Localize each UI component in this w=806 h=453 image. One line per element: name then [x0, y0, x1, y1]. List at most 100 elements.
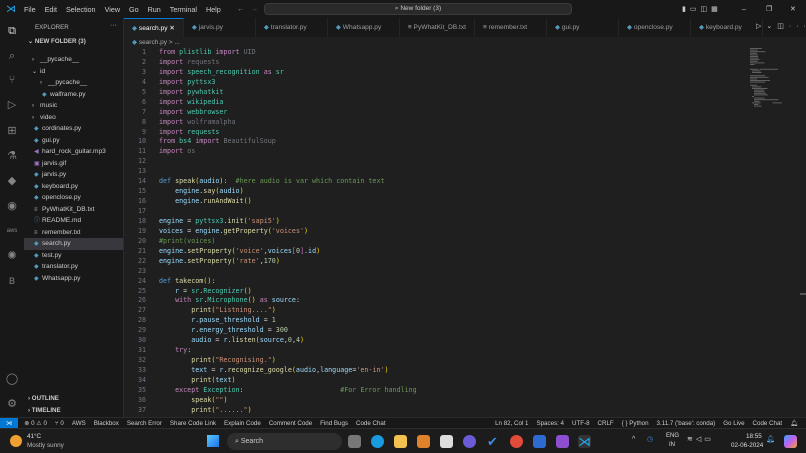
task-view-icon[interactable] — [348, 435, 361, 448]
tab-keyboard-py[interactable]: ◆ keyboard.py — [691, 18, 763, 37]
python-icon[interactable]: ◆ — [5, 174, 19, 188]
menu-view[interactable]: View — [105, 5, 120, 14]
windows-start-icon[interactable] — [207, 435, 219, 447]
clipchamp-icon[interactable] — [556, 435, 569, 448]
outline-section[interactable]: › OUTLINE — [28, 395, 59, 402]
tab-search-py[interactable]: ◆ search.py ✕ — [124, 18, 184, 37]
wifi-volume-battery-icons[interactable]: ≋◁▭ — [687, 435, 714, 443]
notifications-icon[interactable]: 🔔︎ — [790, 419, 798, 427]
status-item[interactable]: AWS — [72, 420, 86, 427]
aws-icon[interactable]: aws — [5, 224, 19, 238]
search-icon[interactable]: ⌕ — [5, 49, 19, 63]
folder-root[interactable]: ⌄ NEW FOLDER (3) — [28, 38, 86, 45]
close-tab-icon[interactable]: ✕ — [168, 25, 175, 32]
clock-date[interactable]: 02-06-2024 — [731, 442, 763, 449]
status-item[interactable]: Find Bugs — [320, 420, 348, 427]
tree-item[interactable]: ◆keyboard.py — [24, 181, 123, 193]
language-code[interactable]: ENG — [666, 433, 679, 439]
copilot-icon[interactable] — [463, 435, 476, 448]
minimap[interactable] — [750, 48, 794, 108]
weather-icon[interactable] — [10, 435, 22, 447]
tree-item[interactable]: ◆gui.py — [24, 135, 123, 147]
store-icon[interactable] — [440, 435, 453, 448]
tab-remember-txt[interactable]: ≡ remember.txt — [475, 18, 547, 37]
extensions-icon[interactable]: ⊞ — [5, 124, 19, 138]
status-item[interactable]: Explain Code — [224, 420, 261, 427]
testing-icon[interactable]: ⚗ — [5, 149, 19, 163]
status-item[interactable]: Ln 82, Col 1 — [495, 420, 528, 427]
explorer-icon[interactable]: ⧉ — [5, 24, 19, 38]
status-item[interactable]: Comment Code — [269, 420, 312, 427]
layout-toggle-icons[interactable]: ▮▭◫▦ — [682, 5, 722, 13]
tab-whatsapp-py[interactable]: ◆ Whatsapp.py — [328, 18, 400, 37]
status-item[interactable]: Search Error — [127, 420, 162, 427]
weather-temp[interactable]: 41°C — [27, 433, 41, 440]
tree-item[interactable]: ◆jarvis.py — [24, 169, 123, 181]
status-item[interactable]: ⊗ 0 ⚠ 0 — [24, 420, 47, 427]
tree-item[interactable]: ≡PyWhatKit_DB.txt — [24, 204, 123, 216]
breadcrumb[interactable]: ◆ search.py > ... — [132, 38, 180, 46]
chrome-icon[interactable] — [510, 435, 523, 448]
tree-item[interactable]: ◆openclose.py — [24, 192, 123, 204]
status-item[interactable]: Go Live — [723, 420, 744, 427]
tree-item[interactable]: ◆cordinates.py — [24, 123, 123, 135]
app-icon[interactable] — [417, 435, 430, 448]
weather-desc[interactable]: Mostly sunny — [27, 442, 64, 449]
tree-item[interactable]: ◆walframe.py — [24, 89, 123, 101]
scrollbar[interactable] — [800, 293, 806, 295]
tab-pywhatkit_db-txt[interactable]: ≡ PyWhatKit_DB.txt — [400, 18, 475, 37]
source-control-icon[interactable]: ⑂ — [5, 73, 19, 87]
status-item[interactable]: Blackbox — [94, 420, 119, 427]
settings-gear-icon[interactable]: ⚙ — [5, 397, 19, 411]
vscode-taskbar-icon[interactable]: ⋊ — [578, 435, 591, 448]
lens-app-icon[interactable] — [533, 435, 546, 448]
status-item[interactable]: Code Chat — [753, 420, 783, 427]
tab-translator-py[interactable]: ◆ translator.py — [256, 18, 328, 37]
clock-time[interactable]: 18:55 — [746, 433, 762, 440]
tree-item[interactable]: ⓘREADME.md — [24, 215, 123, 227]
maximize-button[interactable]: ❐ — [766, 5, 772, 13]
tree-item[interactable]: ◀hard_rock_guitar.mp3 — [24, 146, 123, 158]
run-debug-icon[interactable]: ▷ — [5, 98, 19, 112]
account-icon[interactable]: ◯ — [5, 372, 19, 386]
file-explorer-icon[interactable] — [394, 435, 407, 448]
status-item[interactable]: Spaces: 4 — [536, 420, 564, 427]
notification-bell-icon[interactable]: 🔔︎ — [766, 435, 775, 443]
tree-item[interactable]: ◆test.py — [24, 250, 123, 262]
menu-run[interactable]: Run — [148, 5, 161, 14]
chevron-up-icon[interactable]: ^ — [632, 436, 635, 443]
timeline-section[interactable]: › TIMELINE — [28, 407, 61, 414]
tree-item[interactable]: ≡remember.txt — [24, 227, 123, 239]
status-item[interactable]: { } Python — [622, 420, 649, 427]
code-icon[interactable]: ◉ — [5, 199, 19, 213]
tab-jarvis-py[interactable]: ◆ jarvis.py — [184, 18, 256, 37]
tree-item[interactable]: ◆search.py — [24, 238, 123, 250]
command-center-search[interactable]: ⌕ New folder (3) — [264, 3, 572, 15]
status-item[interactable]: ⑂ 0 — [55, 420, 64, 427]
minimize-button[interactable]: – — [742, 6, 746, 13]
clock-app-icon[interactable]: ◷ — [647, 435, 653, 443]
more-actions-icon[interactable]: ··· — [110, 22, 117, 29]
edge-icon[interactable] — [371, 435, 384, 448]
menu-go[interactable]: Go — [129, 5, 139, 14]
tree-item[interactable]: ▣jarvis.gif — [24, 158, 123, 170]
editor-actions[interactable]: ▷⌄◫··· — [756, 22, 806, 30]
menu-selection[interactable]: Selection — [66, 5, 96, 14]
tree-item[interactable]: ›video — [24, 112, 123, 124]
tree-item[interactable]: ◆Whatsapp.py — [24, 273, 123, 285]
tree-item[interactable]: ◆translator.py — [24, 261, 123, 273]
menu-help[interactable]: Help — [206, 5, 221, 14]
menu-file[interactable]: File — [24, 5, 36, 14]
menu-terminal[interactable]: Terminal — [170, 5, 197, 14]
chatgpt-icon[interactable]: ✺ — [5, 249, 19, 263]
forward-icon[interactable]: → — [251, 6, 258, 13]
tree-item[interactable]: ›__pycache__ — [24, 77, 123, 89]
taskbar-search[interactable]: ⌕ Search — [227, 433, 342, 450]
tree-item[interactable]: ⌄id — [24, 66, 123, 78]
code-editor[interactable]: 1from plistlib import UID2import request… — [124, 48, 744, 416]
menu-edit[interactable]: Edit — [45, 5, 57, 14]
status-item[interactable]: Share Code Link — [170, 420, 216, 427]
language-region[interactable]: IN — [669, 442, 675, 448]
tab-gui-py[interactable]: ◆ gui.py — [547, 18, 619, 37]
status-item[interactable]: UTF-8 — [572, 420, 590, 427]
